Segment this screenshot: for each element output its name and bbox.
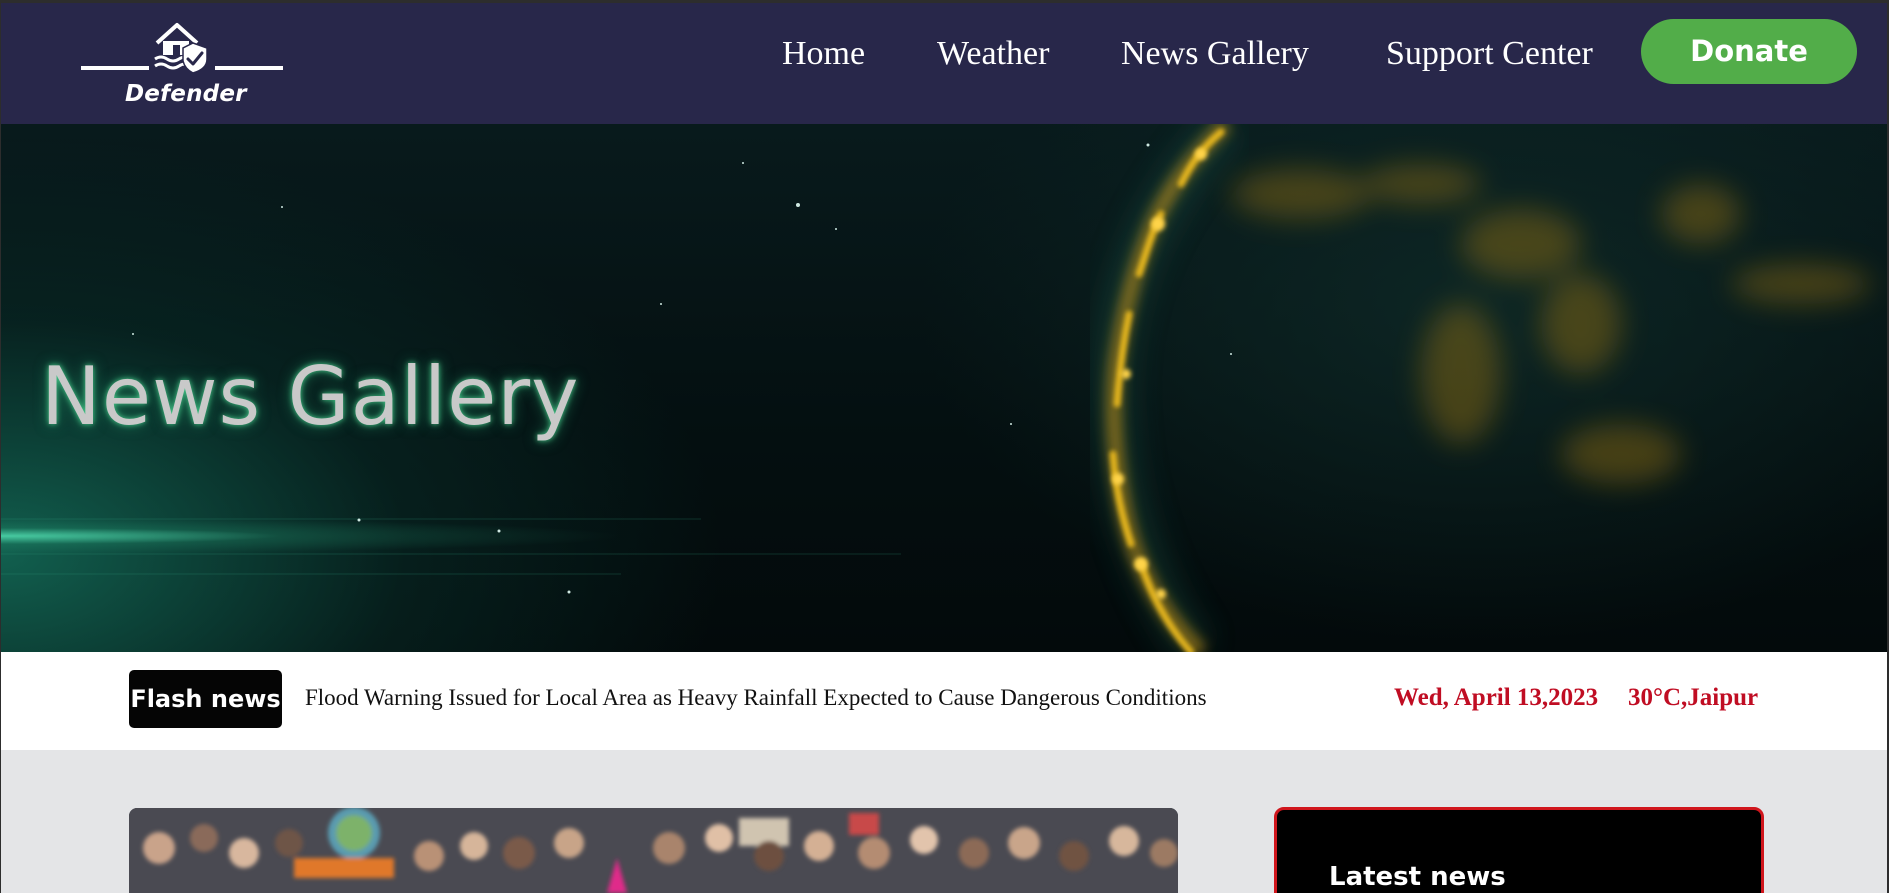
current-date: Wed, April 13,2023 bbox=[1394, 684, 1599, 711]
latest-news-panel: Latest news bbox=[1274, 807, 1764, 893]
nav-home[interactable]: Home bbox=[782, 31, 865, 77]
nav-news-gallery[interactable]: News Gallery bbox=[1121, 31, 1309, 77]
brand-name: Defender bbox=[125, 81, 247, 107]
flash-news-bar: Flash news Flood Warning Issued for Loca… bbox=[1, 652, 1887, 750]
house-shield-icon bbox=[154, 23, 208, 73]
flash-news-headline[interactable]: Flood Warning Issued for Local Area as H… bbox=[305, 682, 1207, 714]
featured-news-image[interactable] bbox=[129, 808, 1178, 893]
flash-news-badge: Flash news bbox=[129, 670, 282, 728]
current-weather: 30°C,Jaipur bbox=[1628, 684, 1759, 711]
donate-button[interactable]: Donate bbox=[1641, 19, 1857, 84]
logo-line-right bbox=[215, 66, 283, 70]
page: Defender Home Weather News Gallery Suppo… bbox=[1, 3, 1887, 893]
hero-banner: News Gallery bbox=[1, 124, 1887, 652]
latest-news-title: Latest news bbox=[1329, 862, 1506, 892]
logo-line-left bbox=[81, 66, 149, 70]
logo[interactable]: Defender bbox=[79, 19, 285, 115]
hero-title: News Gallery bbox=[41, 350, 580, 443]
nav-support-center[interactable]: Support Center bbox=[1386, 31, 1593, 77]
crowd-protest-image bbox=[129, 808, 1178, 893]
nav-weather[interactable]: Weather bbox=[937, 31, 1049, 77]
navbar: Defender Home Weather News Gallery Suppo… bbox=[1, 3, 1887, 124]
